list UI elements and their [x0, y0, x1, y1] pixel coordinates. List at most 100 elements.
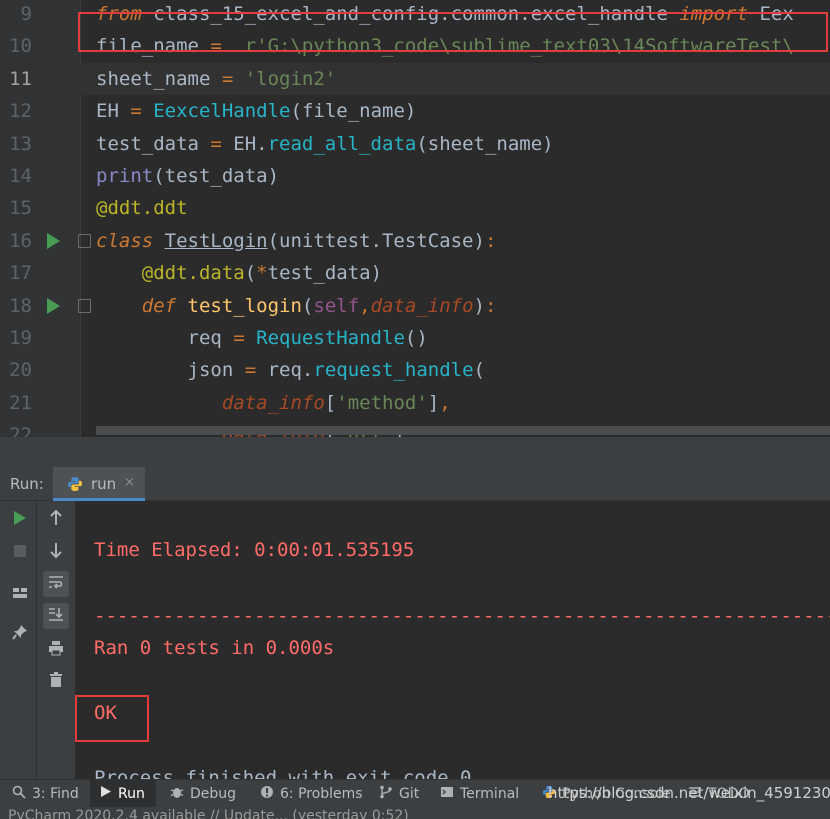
code-line[interactable]: 15 @ddt.ddt	[0, 192, 830, 224]
tool-find-label: 3: Find	[32, 786, 79, 802]
line-number: 9	[20, 3, 32, 25]
code-text: def test_login(self,data_info):	[141, 294, 497, 317]
code-line[interactable]: 21 data_info['method'],	[0, 387, 830, 419]
arrow-down-icon	[49, 542, 63, 562]
highlight-box-ok	[75, 695, 149, 742]
line-number: 17	[9, 262, 32, 285]
tool-debug-label: Debug	[190, 786, 237, 802]
line-number: 13	[9, 132, 32, 155]
line-number: 18	[9, 294, 32, 317]
run-tab[interactable]: run ×	[53, 467, 145, 501]
code-text: class TestLogin(unittest.TestCase):	[96, 229, 497, 252]
console-separator: ----------------------------------------…	[94, 605, 830, 627]
tool-problems[interactable]: 6: Problems	[260, 785, 363, 803]
scroll-to-end-button[interactable]	[43, 603, 69, 629]
code-text: EH = EexcelHandle(file_name)	[96, 100, 417, 123]
play-icon	[100, 785, 112, 802]
line-number: 22	[9, 424, 32, 437]
scroll-to-end-icon	[48, 606, 64, 626]
console-output[interactable]: Time Elapsed: 0:00:01.535195 -----------…	[75, 501, 830, 779]
toolbar-divider	[36, 501, 37, 779]
code-text: print(test_data)	[96, 165, 280, 187]
status-bar-text[interactable]: PyCharm 2020.2.4 available // Update... …	[8, 808, 409, 819]
search-icon	[12, 785, 26, 803]
line-number: 16	[9, 229, 32, 252]
editor-horizontal-scrollbar[interactable]	[96, 426, 830, 435]
line-number: 14	[9, 165, 32, 187]
code-text: req = RequestHandle()	[96, 327, 428, 349]
pin-icon	[12, 624, 28, 644]
code-line[interactable]: 17 @ddt.data(*test_data)	[0, 257, 830, 289]
line-number: 19	[9, 327, 32, 349]
code-line[interactable]: 14 print(test_data)	[0, 160, 830, 192]
tool-run-label: Run	[118, 785, 145, 802]
stop-button[interactable]	[7, 539, 33, 565]
code-text: sheet_name = 'login2'	[96, 67, 337, 90]
code-editor[interactable]: 9 from class_15_excel_and_config.common.e…	[0, 0, 830, 437]
tool-git[interactable]: Git	[379, 785, 419, 803]
arrow-up-icon	[49, 509, 63, 530]
console-process-finished: Process finished with exit code 0	[94, 767, 472, 779]
close-icon[interactable]: ×	[124, 475, 135, 490]
code-line[interactable]: 13 test_data = EH.read_all_data(sheet_nam…	[0, 128, 830, 160]
console-ran-tests: Ran 0 tests in 0.000s	[94, 637, 335, 659]
tool-problems-label: 6: Problems	[280, 786, 363, 802]
run-gutter-icon[interactable]	[47, 297, 60, 314]
bug-icon	[170, 785, 184, 803]
python-icon	[67, 476, 83, 492]
tool-window-bar: 3: Find Run Debug 6: Problems Git Termin…	[0, 779, 830, 808]
scroll-down-button[interactable]	[43, 539, 69, 565]
console-time-elapsed: Time Elapsed: 0:00:01.535195	[94, 539, 415, 561]
code-text: @ddt.data(*test_data)	[141, 262, 383, 285]
print-button[interactable]	[43, 637, 69, 663]
run-toolbar	[0, 501, 75, 779]
scroll-up-button[interactable]	[43, 507, 69, 533]
print-icon	[48, 640, 64, 660]
code-text: data_info['method'],	[221, 391, 451, 414]
line-number: 20	[9, 359, 32, 382]
layout-button[interactable]	[7, 581, 33, 607]
panel-splitter[interactable]	[0, 437, 830, 467]
rerun-button[interactable]	[7, 507, 33, 533]
tool-debug[interactable]: Debug	[170, 785, 236, 803]
line-number: 10	[9, 35, 32, 58]
play-icon	[13, 510, 27, 530]
line-number: 15	[9, 197, 32, 220]
code-line[interactable]: 12 EH = EexcelHandle(file_name)	[0, 95, 830, 127]
csdn-watermark: https://blog.csdn.net/weixin_45912307	[548, 784, 830, 802]
status-bar: PyCharm 2020.2.4 available // Update... …	[0, 807, 830, 819]
tool-find[interactable]: 3: Find	[12, 785, 79, 803]
run-tab-label: run	[91, 475, 117, 493]
run-panel-label: Run:	[10, 475, 44, 493]
code-line[interactable]: 19 req = RequestHandle()	[0, 322, 830, 354]
tool-git-label: Git	[399, 786, 420, 802]
line-number: 11	[9, 67, 32, 90]
layout-icon	[12, 585, 28, 604]
code-text: test_data = EH.read_all_data(sheet_name)	[96, 132, 554, 155]
code-line[interactable]: 20 json = req.request_handle(	[0, 354, 830, 386]
run-gutter-icon[interactable]	[47, 232, 60, 249]
stop-icon	[13, 543, 27, 562]
code-line[interactable]: 16 class TestLogin(unittest.TestCase):	[0, 225, 830, 257]
terminal-icon	[440, 785, 454, 803]
branch-icon	[379, 785, 393, 803]
line-number: 21	[9, 391, 32, 414]
line-number: 12	[9, 100, 32, 123]
run-panel-header: Run: run ×	[0, 467, 830, 501]
tool-terminal-label: Terminal	[460, 786, 520, 802]
tool-terminal[interactable]: Terminal	[440, 785, 519, 803]
info-icon	[260, 785, 274, 803]
tool-run[interactable]: Run	[100, 785, 145, 802]
code-line[interactable]: 11 sheet_name = 'login2'	[0, 62, 830, 96]
code-text: json = req.request_handle(	[96, 359, 485, 382]
soft-wrap-button[interactable]	[43, 571, 69, 597]
clear-button[interactable]	[43, 669, 69, 695]
highlight-box-file-name	[78, 12, 828, 52]
soft-wrap-icon	[48, 574, 64, 594]
fold-icon[interactable]	[78, 298, 91, 313]
trash-icon	[49, 672, 63, 692]
code-text: @ddt.ddt	[96, 197, 188, 220]
code-line[interactable]: 18 def test_login(self,data_info):	[0, 290, 830, 322]
pin-button[interactable]	[7, 621, 33, 647]
fold-icon[interactable]	[78, 233, 91, 248]
